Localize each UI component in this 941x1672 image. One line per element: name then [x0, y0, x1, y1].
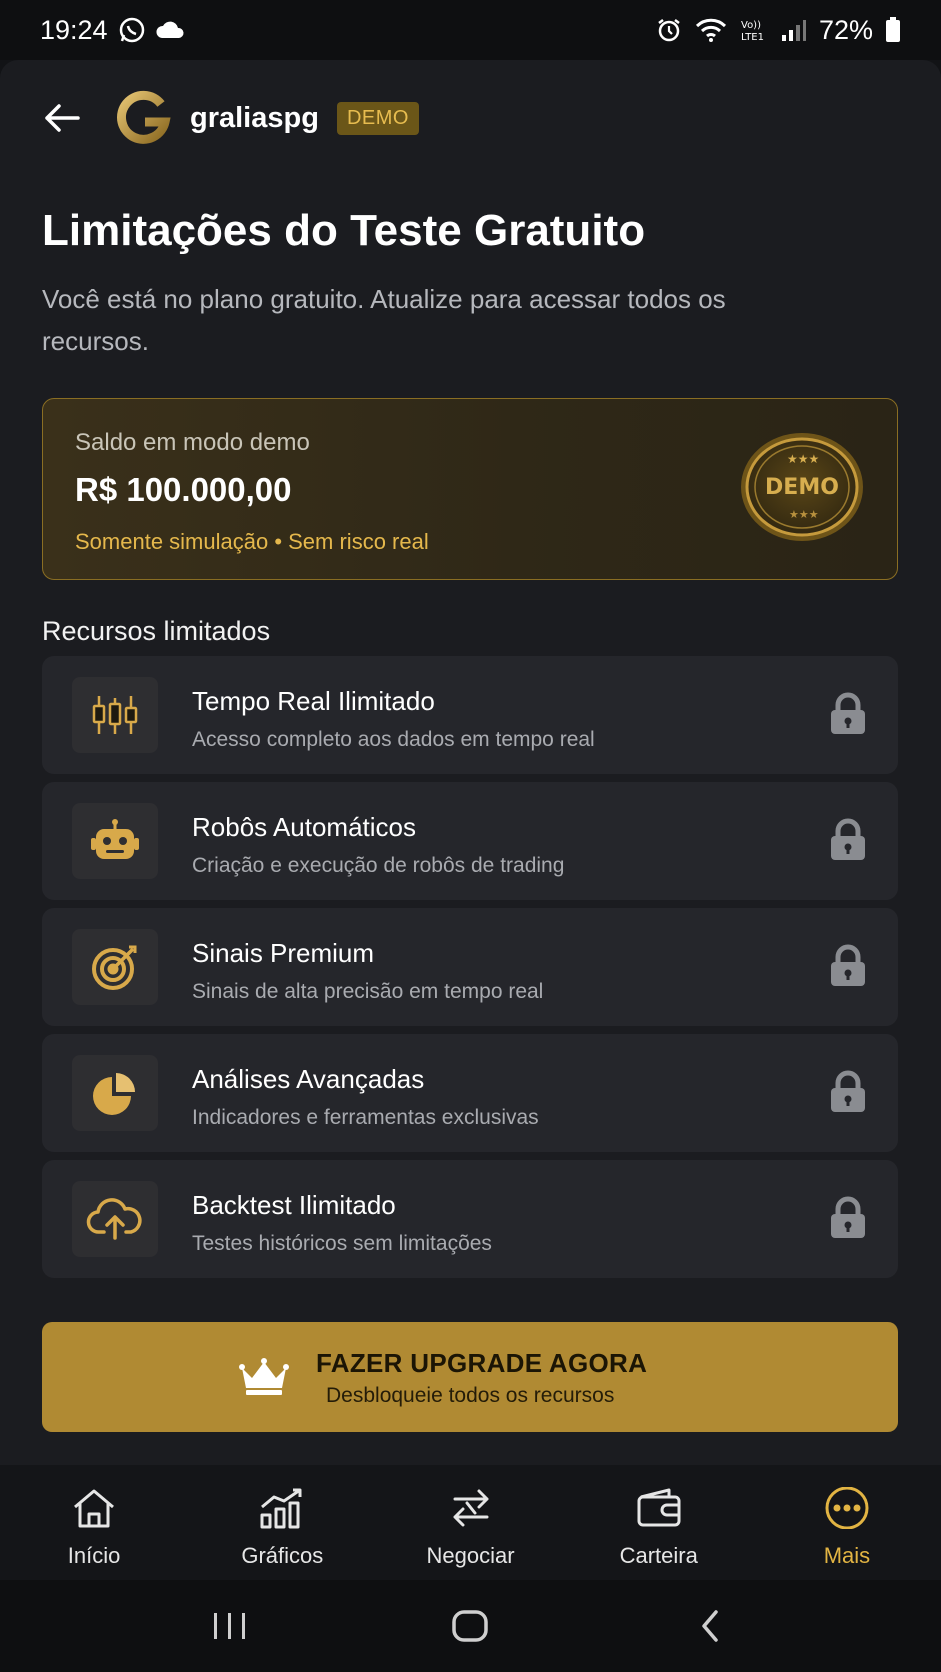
- crown-icon: [239, 1358, 289, 1395]
- feature-desc: Indicadores e ferramentas exclusivas: [192, 1106, 539, 1129]
- signal-icon: [781, 18, 807, 42]
- nav-label: Mais: [823, 1543, 871, 1568]
- nav-item-carteira[interactable]: Carteira: [565, 1465, 753, 1580]
- recent-apps-button[interactable]: [200, 1601, 260, 1651]
- upgrade-subtitle: Desbloqueie todos os recursos: [326, 1384, 615, 1407]
- status-bar: 19:24 Vo)) LTE1 72%: [0, 0, 941, 60]
- brand-name: graliaspg: [190, 101, 319, 134]
- upgrade-title: FAZER UPGRADE AGORA: [316, 1348, 648, 1378]
- feature-item-sinais[interactable]: Sinais Premium Sinais de alta precisão e…: [42, 908, 898, 1026]
- svg-text:★★★: ★★★: [787, 452, 819, 466]
- wallet-icon: [634, 1485, 684, 1531]
- svg-text:Vo)): Vo)): [741, 20, 761, 31]
- cloud-upload-icon: [72, 1181, 158, 1257]
- feature-desc: Criação e execução de robôs de trading: [192, 854, 565, 877]
- page-subtitle: Você está no plano gratuito. Atualize pa…: [42, 284, 726, 356]
- target-icon: [72, 929, 158, 1005]
- feature-title: Análises Avançadas: [192, 1064, 425, 1094]
- lock-icon: [831, 1070, 865, 1112]
- status-time: 19:24: [40, 14, 108, 45]
- demo-seal-icon: ★★★ DEMO ★★★: [741, 433, 863, 541]
- feature-title: Sinais Premium: [192, 938, 375, 968]
- svg-text:★★★: ★★★: [789, 508, 819, 521]
- page-title: Limitações do Teste Gratuito: [42, 206, 646, 255]
- balance-note: Somente simulação • Sem risco real: [75, 529, 429, 554]
- feature-title: Backtest Ilimitado: [192, 1190, 396, 1220]
- candlestick-chart-icon: [72, 677, 158, 753]
- balance-value: R$ 100.000,00: [75, 471, 292, 508]
- lock-icon: [831, 818, 865, 860]
- alarm-icon: [655, 16, 683, 44]
- chevron-left-icon: [702, 1610, 718, 1642]
- pie-chart-icon: [72, 1055, 158, 1131]
- exchange-icon: [446, 1485, 496, 1531]
- feature-desc: Testes históricos sem limitações: [192, 1232, 492, 1255]
- brand-logo: [112, 87, 174, 149]
- section-title: Recursos limitados: [42, 616, 271, 646]
- whatsapp-icon: [118, 16, 146, 44]
- system-back-button[interactable]: [681, 1601, 741, 1651]
- wifi-icon: [695, 17, 727, 43]
- svg-text:LTE1: LTE1: [741, 32, 764, 43]
- feature-title: Tempo Real Ilimitado: [192, 686, 435, 716]
- chart-icon: [257, 1485, 307, 1531]
- feature-title: Robôs Automáticos: [192, 812, 417, 842]
- nav-label: Início: [67, 1543, 121, 1568]
- feature-item-tempo-real[interactable]: Tempo Real Ilimitado Acesso completo aos…: [42, 656, 898, 774]
- lock-icon: [831, 944, 865, 986]
- feature-item-robos[interactable]: Robôs Automáticos Criação e execução de …: [42, 782, 898, 900]
- demo-badge: DEMO: [336, 101, 419, 135]
- demo-balance-card: Saldo em modo demo R$ 100.000,00 Somente…: [42, 398, 898, 580]
- battery-icon: [885, 17, 901, 43]
- upgrade-button[interactable]: FAZER UPGRADE AGORA Desbloqueie todos os…: [42, 1322, 898, 1432]
- feature-item-analises[interactable]: Análises Avançadas Indicadores e ferrame…: [42, 1034, 898, 1152]
- nav-label: Negociar: [426, 1543, 515, 1568]
- feature-desc: Acesso completo aos dados em tempo real: [192, 728, 595, 751]
- home-icon: [69, 1485, 119, 1531]
- volte-icon: Vo)) LTE1: [739, 17, 769, 43]
- nav-item-inicio[interactable]: Início: [0, 1465, 188, 1580]
- balance-label: Saldo em modo demo: [75, 429, 310, 456]
- lock-icon: [831, 692, 865, 734]
- nav-label: Carteira: [619, 1543, 698, 1568]
- feature-desc: Sinais de alta precisão em tempo real: [192, 980, 544, 1003]
- header: graliaspg DEMO: [40, 88, 419, 148]
- lock-icon: [831, 1196, 865, 1238]
- recent-apps-icon: [214, 1613, 246, 1639]
- seal-text: DEMO: [765, 475, 839, 500]
- robot-icon: [72, 803, 158, 879]
- feature-item-backtest[interactable]: Backtest Ilimitado Testes históricos sem…: [42, 1160, 898, 1278]
- cloud-icon: [156, 19, 186, 41]
- battery-percent: 72%: [818, 14, 873, 45]
- nav-label: Gráficos: [241, 1543, 324, 1568]
- system-nav-bar: [0, 1580, 941, 1672]
- more-icon: [822, 1485, 872, 1531]
- nav-item-graficos[interactable]: Gráficos: [188, 1465, 376, 1580]
- bottom-nav: Início Gráficos Negociar Carteira Mais: [0, 1465, 941, 1580]
- home-circle-icon: [452, 1610, 489, 1642]
- app-screen: graliaspg DEMO Limitações do Teste Gratu…: [0, 60, 941, 1465]
- nav-item-mais[interactable]: Mais: [753, 1465, 941, 1580]
- arrow-left-icon: [45, 104, 80, 132]
- nav-item-negociar[interactable]: Negociar: [376, 1465, 564, 1580]
- back-button[interactable]: [40, 96, 84, 140]
- home-button[interactable]: [440, 1601, 500, 1651]
